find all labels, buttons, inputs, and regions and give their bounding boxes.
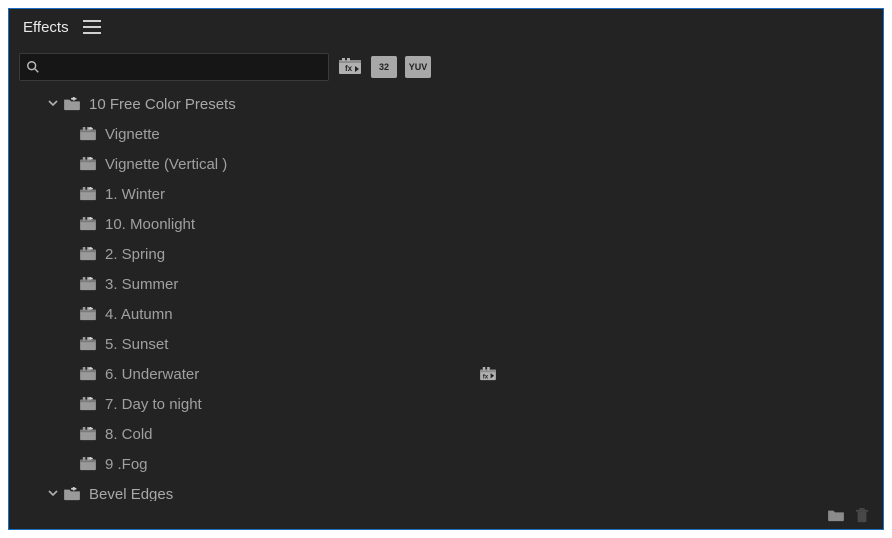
tree-preset-item[interactable]: 7. Day to night [9,389,875,419]
preset-icon [79,276,97,292]
preset-label: 9 .Fog [105,456,148,473]
panel-menu-button[interactable] [83,20,101,34]
preset-label: 2. Spring [105,246,165,263]
preset-bin-icon [63,486,81,501]
tree-preset-item[interactable]: 9 .Fog [9,449,875,479]
panel-title: Effects [23,19,69,36]
tree-preset-item[interactable]: 6. Underwater fx [9,359,875,389]
preset-icon [79,366,97,382]
preset-icon [79,216,97,232]
effects-tree-area: 10 Free Color Presets Vignette Vignette … [9,89,883,501]
new-bin-button[interactable] [827,508,845,522]
preset-label: 4. Autumn [105,306,173,323]
caret-icon [47,487,61,501]
filter-accelerated-button[interactable]: fx [337,56,363,78]
preset-label: Vignette [105,126,160,143]
accelerated-effect-icon: fx [479,366,497,382]
folder-label: 10 Free Color Presets [89,96,236,113]
tree-preset-item[interactable]: 8. Cold [9,419,875,449]
effects-toolbar: fx 32 YUV [9,45,883,89]
preset-bin-icon [63,96,81,112]
preset-label: 1. Winter [105,186,165,203]
preset-icon [79,306,97,322]
tree-folder[interactable]: Bevel Edges [9,479,875,501]
panel-header: Effects [9,9,883,45]
preset-label: Vignette (Vertical ) [105,156,227,173]
search-input[interactable] [19,53,329,81]
tree-preset-item[interactable]: 5. Sunset [9,329,875,359]
tree-preset-item[interactable]: 2. Spring [9,239,875,269]
delete-button[interactable] [855,508,873,522]
preset-icon [79,426,97,442]
preset-icon [79,156,97,172]
preset-icon [79,336,97,352]
preset-label: 5. Sunset [105,336,168,353]
effects-panel: Effects fx 32 YUV [8,8,884,530]
tree-folder[interactable]: 10 Free Color Presets [9,89,875,119]
tree-preset-item[interactable]: 4. Autumn [9,299,875,329]
preset-label: 7. Day to night [105,396,202,413]
preset-label: 6. Underwater [105,366,199,383]
folder-label: Bevel Edges [89,486,173,502]
preset-label: 10. Moonlight [105,216,195,233]
tree-preset-item[interactable]: Vignette [9,119,875,149]
preset-label: 8. Cold [105,426,153,443]
tree-preset-item[interactable]: 3. Summer [9,269,875,299]
preset-label: 3. Summer [105,276,178,293]
tree-preset-item[interactable]: 1. Winter [9,179,875,209]
preset-icon [79,456,97,472]
tree-preset-item[interactable]: 10. Moonlight [9,209,875,239]
search-field-wrap [19,53,329,81]
preset-icon [79,126,97,142]
preset-icon [79,396,97,412]
svg-text:fx: fx [483,373,489,380]
caret-icon [47,97,61,111]
filter-32bit-button[interactable]: 32 [371,56,397,78]
preset-icon [79,246,97,262]
filter-yuv-button[interactable]: YUV [405,56,431,78]
svg-text:fx: fx [345,64,353,73]
tree-preset-item[interactable]: Vignette (Vertical ) [9,149,875,179]
panel-footer [9,501,883,529]
effects-tree[interactable]: 10 Free Color Presets Vignette Vignette … [9,89,883,501]
preset-icon [79,186,97,202]
